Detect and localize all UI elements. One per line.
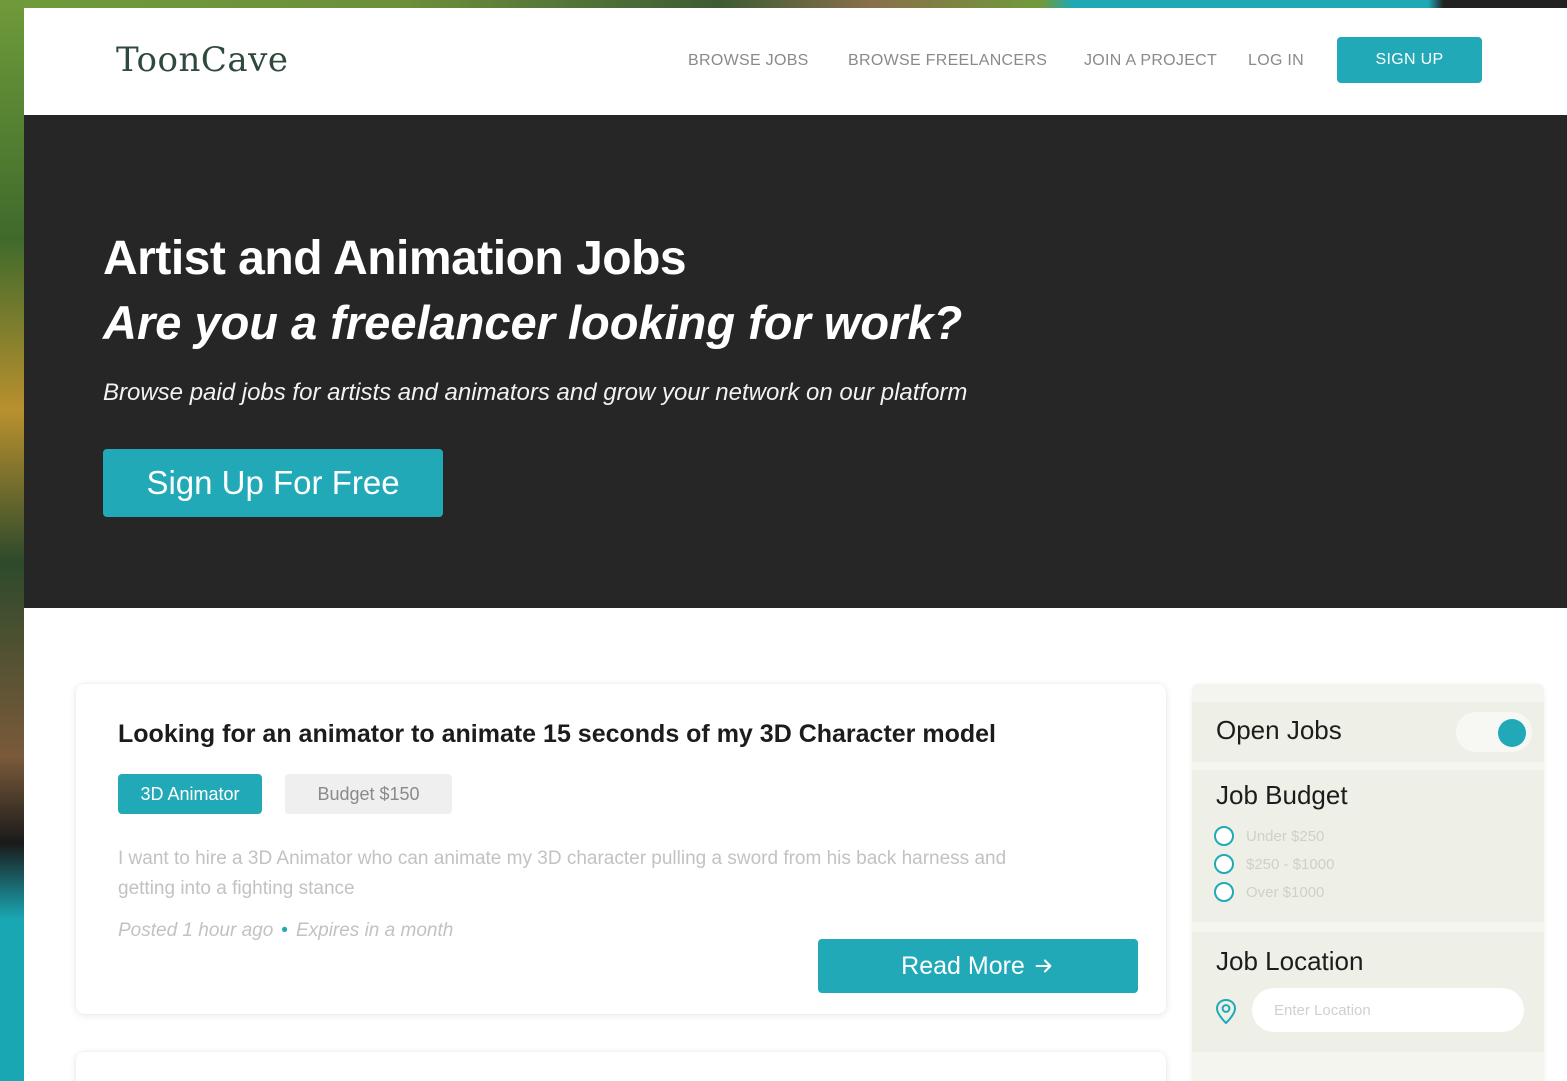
sign-up-for-free-button[interactable]: Sign Up For Free — [103, 449, 443, 517]
hero-banner: Artist and Animation Jobs Are you a free… — [24, 115, 1567, 608]
hero-description: Browse paid jobs for artists and animato… — [103, 379, 968, 406]
open-jobs-filter: Open Jobs — [1192, 702, 1544, 762]
job-location-heading: Job Location — [1216, 946, 1364, 976]
radio-button[interactable] — [1214, 826, 1234, 846]
job-budget-heading: Job Budget — [1216, 780, 1348, 810]
job-budget-filter: Job Budget Under $250 $250 - $1000 Over … — [1192, 770, 1544, 922]
job-description: I want to hire a 3D Animator who can ani… — [118, 848, 1007, 899]
hero-title: Artist and Animation Jobs — [103, 232, 687, 285]
background-artwork-top — [24, 0, 1567, 8]
radio-button[interactable] — [1214, 882, 1234, 902]
job-posted-time: Posted 1 hour ago — [118, 920, 274, 941]
budget-option-label: Over $1000 — [1246, 883, 1325, 901]
job-title[interactable]: Looking for an animator to animate 15 se… — [118, 720, 996, 749]
read-more-label: Read More — [901, 951, 1025, 980]
budget-option-label: Under $250 — [1246, 827, 1325, 845]
job-expiry: Expires in a month — [295, 920, 454, 941]
job-card: Looking for an animator to animate 15 se… — [76, 684, 1166, 1014]
arrow-right-icon — [1035, 959, 1052, 973]
filters-sidebar: Open Jobs Job Budget Under $250 $250 - $… — [1192, 684, 1544, 1081]
job-role-tag[interactable]: 3D Animator — [118, 774, 262, 814]
budget-option-label: $250 - $1000 — [1246, 855, 1335, 873]
toggle-knob — [1498, 719, 1526, 747]
top-navigation: ToonCave BROWSE JOBS BROWSE FREELANCERS … — [24, 8, 1567, 115]
page: ToonCave BROWSE JOBS BROWSE FREELANCERS … — [24, 8, 1567, 1081]
job-meta: Posted 1 hour ago • Expires in a month — [118, 920, 453, 942]
map-pin-icon — [1215, 998, 1237, 1025]
jobs-section: Looking for an animator to animate 15 se… — [24, 608, 1567, 1081]
job-card-next — [76, 1052, 1166, 1081]
meta-separator: • — [281, 920, 288, 941]
nav-log-in[interactable]: LOG IN — [1248, 52, 1304, 70]
budget-option-250-1000[interactable]: $250 - $1000 — [1214, 854, 1334, 874]
nav-browse-jobs[interactable]: BROWSE JOBS — [688, 52, 809, 70]
open-jobs-label: Open Jobs — [1216, 715, 1342, 745]
sign-up-button[interactable]: SIGN UP — [1337, 37, 1482, 83]
radio-button[interactable] — [1214, 854, 1234, 874]
nav-browse-freelancers[interactable]: BROWSE FREELANCERS — [848, 52, 1047, 70]
job-location-filter: Job Location — [1192, 932, 1544, 1052]
job-budget-tag: Budget $150 — [285, 774, 452, 814]
nav-join-a-project[interactable]: JOIN A PROJECT — [1084, 52, 1217, 70]
budget-option-over-1000[interactable]: Over $1000 — [1214, 882, 1324, 902]
hero-subtitle: Are you a freelancer looking for work? — [103, 296, 963, 349]
budget-option-under-250[interactable]: Under $250 — [1214, 826, 1324, 846]
site-logo[interactable]: ToonCave — [116, 40, 289, 80]
read-more-button[interactable]: Read More — [818, 939, 1138, 993]
background-artwork-left — [0, 0, 24, 1081]
location-input[interactable] — [1252, 988, 1524, 1032]
open-jobs-toggle[interactable] — [1456, 712, 1532, 752]
